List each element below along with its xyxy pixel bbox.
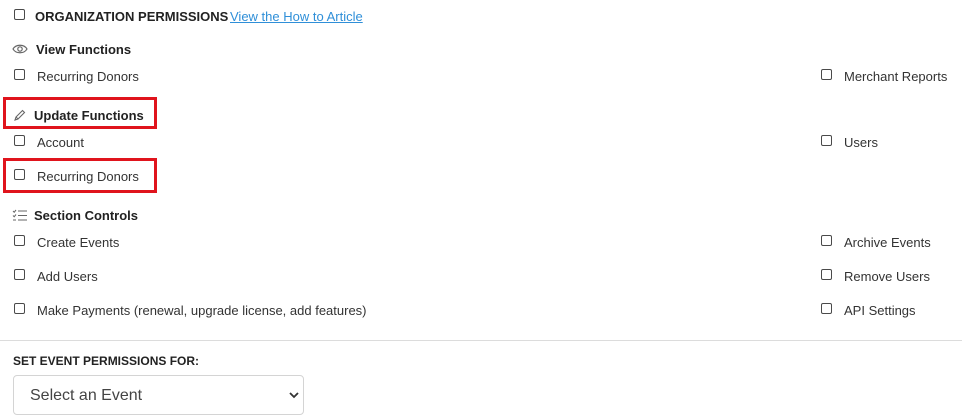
users-checkbox[interactable] — [821, 135, 832, 146]
checklist-icon — [12, 209, 28, 222]
remove-users-label: Remove Users — [844, 269, 930, 284]
merchant-reports-label: Merchant Reports — [844, 69, 948, 84]
event-permissions-title: SET EVENT PERMISSIONS FOR: — [13, 354, 200, 368]
event-select[interactable]: Select an Event — [13, 375, 304, 415]
section-divider — [0, 340, 962, 341]
make-payments-checkbox[interactable] — [14, 303, 25, 314]
add-users-checkbox[interactable] — [14, 269, 25, 280]
api-settings-checkbox[interactable] — [821, 303, 832, 314]
update-functions-title: Update Functions — [34, 108, 144, 123]
make-payments-label: Make Payments (renewal, upgrade license,… — [37, 303, 367, 318]
how-to-article-link[interactable]: View the How to Article — [230, 9, 363, 25]
account-label: Account — [37, 135, 84, 150]
add-users-label: Add Users — [37, 269, 98, 284]
section-controls-title: Section Controls — [34, 208, 139, 223]
pencil-icon — [13, 109, 26, 122]
merchant-reports-checkbox[interactable] — [821, 69, 832, 80]
account-checkbox[interactable] — [14, 135, 25, 146]
org-permissions-checkbox[interactable] — [14, 9, 25, 20]
org-permissions-title: ORGANIZATION PERMISSIONS — [35, 9, 229, 24]
view-recurring-donors-label: Recurring Donors — [37, 69, 139, 84]
chevron-down-icon — [289, 392, 299, 399]
view-recurring-donors-checkbox[interactable] — [14, 69, 25, 80]
remove-users-checkbox[interactable] — [821, 269, 832, 280]
create-events-label: Create Events — [37, 235, 120, 250]
update-recurring-donors-checkbox[interactable] — [14, 169, 25, 180]
create-events-checkbox[interactable] — [14, 235, 25, 246]
update-recurring-donors-label: Recurring Donors — [37, 169, 139, 184]
eye-icon — [12, 43, 28, 55]
archive-events-label: Archive Events — [844, 235, 931, 250]
users-label: Users — [844, 135, 878, 150]
archive-events-checkbox[interactable] — [821, 235, 832, 246]
api-settings-label: API Settings — [844, 303, 916, 318]
event-select-value: Select an Event — [30, 387, 143, 404]
view-functions-title: View Functions — [36, 42, 132, 57]
